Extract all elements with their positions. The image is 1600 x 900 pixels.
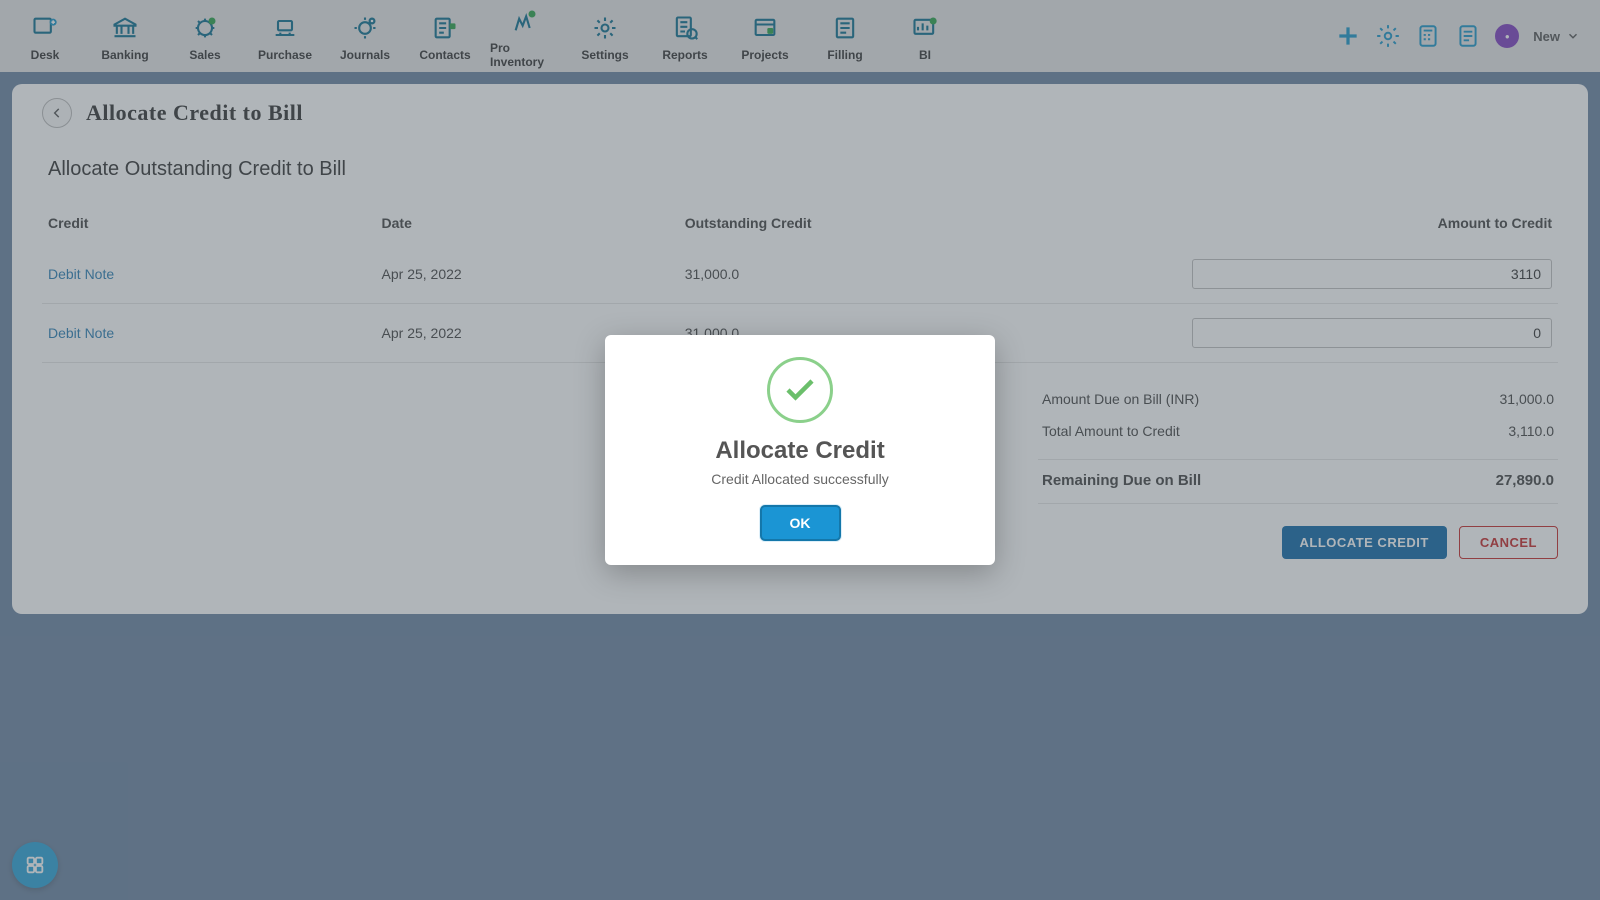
modal-title: Allocate Credit: [625, 437, 975, 465]
modal-message: Credit Allocated successfully: [625, 471, 975, 487]
modal-overlay: Allocate Credit Credit Allocated success…: [0, 0, 1600, 900]
success-check-icon: [767, 357, 833, 423]
success-modal: Allocate Credit Credit Allocated success…: [605, 335, 995, 565]
modal-ok-button[interactable]: OK: [760, 505, 841, 541]
